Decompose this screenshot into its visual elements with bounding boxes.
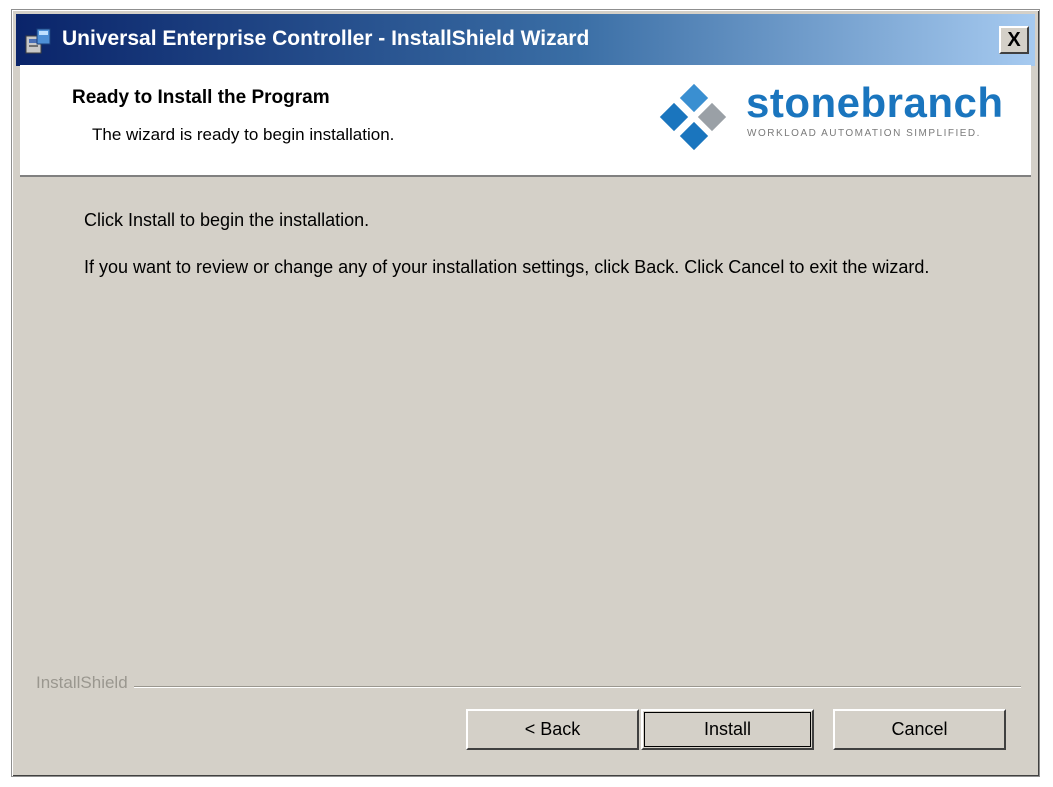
close-button[interactable]: X xyxy=(999,26,1029,54)
installer-window: Universal Enterprise Controller - Instal… xyxy=(11,9,1040,777)
instruction-text: Click Install to begin the installation. xyxy=(84,210,370,230)
window-title: Universal Enterprise Controller - Instal… xyxy=(62,27,590,50)
title-bar[interactable]: Universal Enterprise Controller - Instal… xyxy=(16,14,1035,66)
install-button[interactable]: Install xyxy=(641,709,814,750)
logo-name: stonebranch xyxy=(746,79,1004,126)
divider xyxy=(36,686,1021,688)
brand-label: InstallShield xyxy=(36,673,134,693)
installer-app-icon xyxy=(24,27,52,55)
back-button[interactable]: < Back xyxy=(466,709,639,750)
page-subtitle: The wizard is ready to begin installatio… xyxy=(92,125,395,144)
review-text: If you want to review or change any of y… xyxy=(84,257,930,277)
stonebranch-logo-icon xyxy=(654,77,740,155)
cancel-button[interactable]: Cancel xyxy=(833,709,1006,750)
installshield-branding: InstallShield xyxy=(36,673,1021,693)
page-title: Ready to Install the Program xyxy=(72,87,330,108)
close-icon: X xyxy=(1007,28,1021,51)
wizard-header: Ready to Install the Program The wizard … xyxy=(20,65,1031,177)
logo-tagline: WORKLOAD AUTOMATION SIMPLIFIED. xyxy=(747,128,981,139)
